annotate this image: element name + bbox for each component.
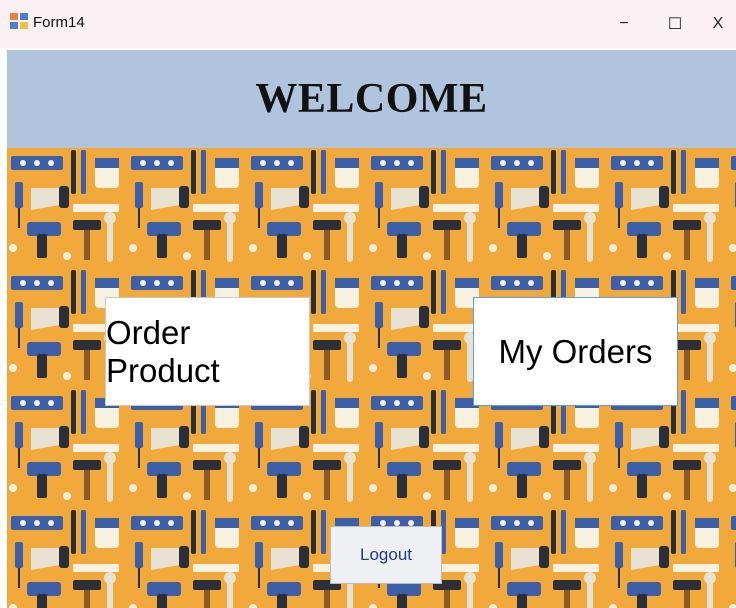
minimize-button[interactable]: − [604, 10, 644, 38]
order-product-button[interactable]: Order Product [105, 297, 310, 406]
window-title: Form14 [33, 14, 85, 31]
app-window: Form14 − ☐ X WELCOME Order Product My Or… [0, 0, 736, 608]
welcome-title: WELCOME [255, 76, 488, 122]
maximize-button[interactable]: ☐ [655, 10, 695, 38]
my-orders-button[interactable]: My Orders [473, 297, 678, 406]
title-bar[interactable]: Form14 − ☐ X [0, 0, 736, 48]
logout-button[interactable]: Logout [330, 526, 442, 584]
welcome-header: WELCOME [7, 50, 736, 148]
app-form-icon [10, 13, 28, 29]
close-button[interactable]: X [698, 10, 736, 38]
